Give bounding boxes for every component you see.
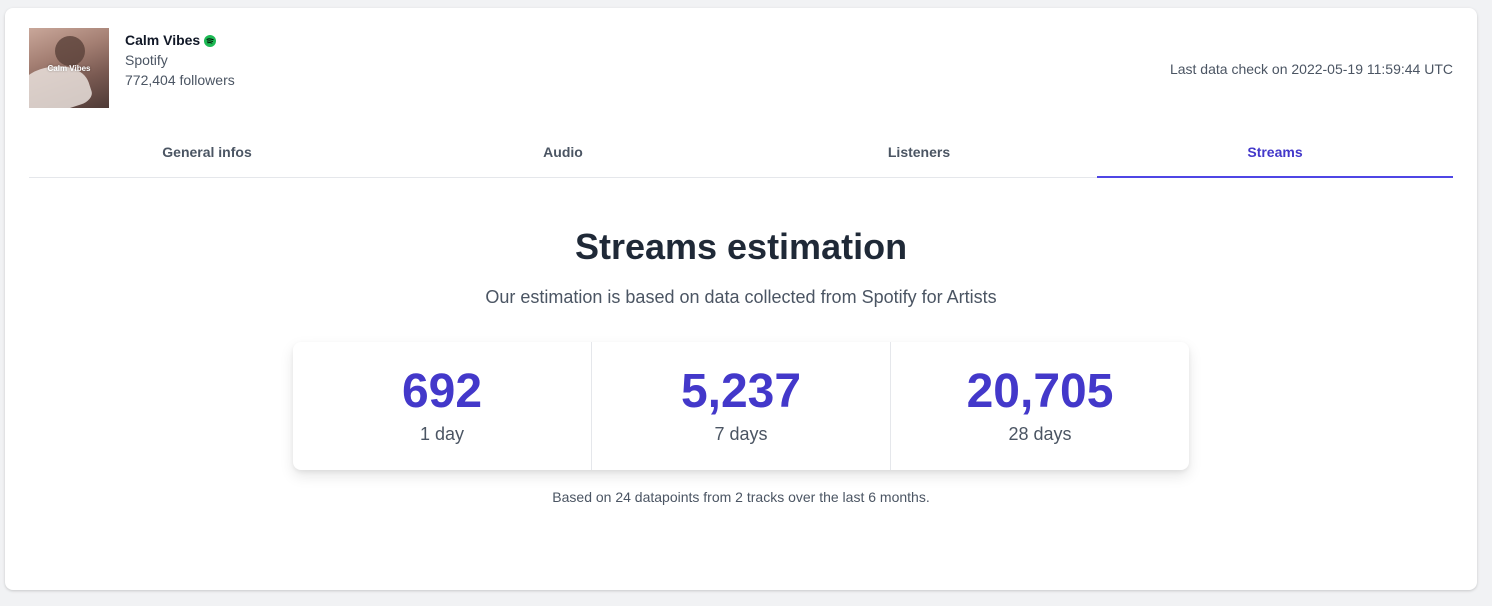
tab-streams[interactable]: Streams <box>1097 132 1453 178</box>
last-data-check: Last data check on 2022-05-19 11:59:44 U… <box>1169 61 1453 77</box>
artist-card: Calm Vibes Calm Vibes Spotify 772,404 fo… <box>5 8 1477 590</box>
stats-panel: 692 1 day 5,237 7 days 20,705 28 days <box>293 342 1189 470</box>
stat-value: 692 <box>401 365 483 418</box>
stat-label: 1 day <box>419 424 465 444</box>
tab-listeners[interactable]: Listeners <box>741 132 1097 177</box>
tab-bar: General infos Audio Listeners Streams <box>29 132 1453 178</box>
artist-name-row: Calm Vibes <box>125 31 235 49</box>
tab-audio[interactable]: Audio <box>385 132 741 177</box>
section-subtitle: Our estimation is based on data collecte… <box>485 287 997 307</box>
data-footnote: Based on 24 datapoints from 2 tracks ove… <box>552 489 930 505</box>
stat-value: 20,705 <box>966 365 1114 418</box>
stat-label: 28 days <box>1008 424 1072 444</box>
cover-title: Calm Vibes <box>47 64 91 73</box>
artist-header: Calm Vibes Calm Vibes Spotify 772,404 fo… <box>29 28 1453 108</box>
stat-28-days: 20,705 28 days <box>890 342 1189 470</box>
artist-platform: Spotify <box>125 52 168 68</box>
cover-figure <box>55 36 85 66</box>
playlist-cover-image: Calm Vibes <box>29 28 109 108</box>
artist-name: Calm Vibes <box>125 32 201 48</box>
stat-1-day: 692 1 day <box>293 342 591 470</box>
stat-label: 7 days <box>714 424 768 444</box>
section-title: Streams estimation <box>574 226 908 267</box>
artist-followers: 772,404 followers <box>125 72 235 88</box>
stat-value: 5,237 <box>680 365 802 418</box>
stat-7-days: 5,237 7 days <box>591 342 890 470</box>
spotify-icon <box>204 34 217 47</box>
tab-general-infos[interactable]: General infos <box>29 132 385 177</box>
artist-meta: Calm Vibes Spotify 772,404 followers <box>125 28 235 89</box>
